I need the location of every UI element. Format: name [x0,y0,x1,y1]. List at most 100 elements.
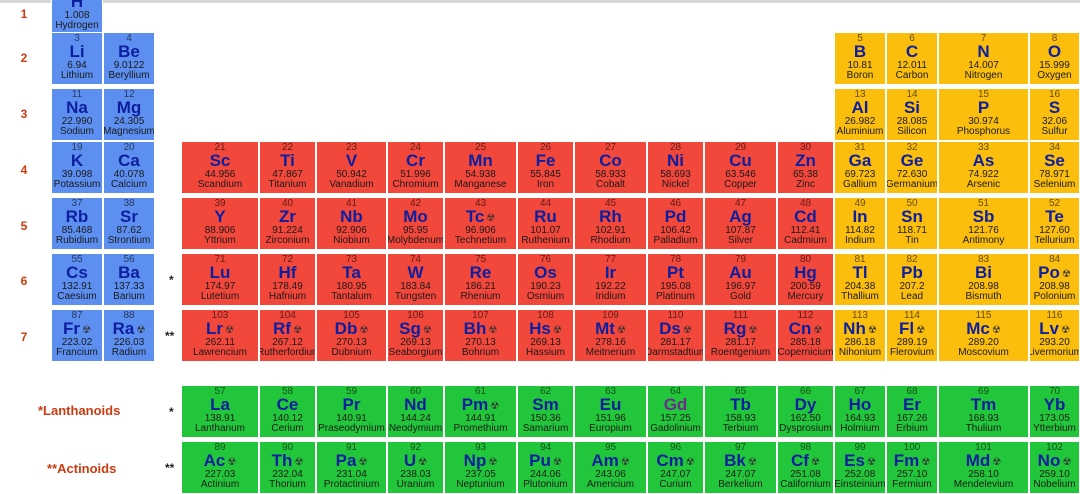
element-cell-tin[interactable]: 50 Sn 118.71 Tin [886,197,938,250]
element-cell-scandium[interactable]: 21 Sc 44.956 Scandium [181,141,259,194]
element-cell-terbium[interactable]: 65 Tb 158.93 Terbium [704,385,777,438]
element-cell-meitnerium[interactable]: 109 Mt ☢ 278.16 Meitnerium [574,309,647,362]
element-cell-caesium[interactable]: 55 Cs 132.91 Caesium [51,253,103,306]
element-cell-sodium[interactable]: 11 Na 22.990 Sodium [51,88,103,141]
element-cell-thorium[interactable]: 90 Th ☢ 232.04 Thorium [259,441,316,494]
element-cell-neodymium[interactable]: 60 Nd 144.24 Neodymium [387,385,444,438]
element-cell-mendelevium[interactable]: 101 Md ☢ 258.10 Mendelevium [938,441,1029,494]
element-cell-silicon[interactable]: 14 Si 28.085 Silicon [886,88,938,141]
element-cell-zinc[interactable]: 30 Zn 65.38 Zinc [777,141,834,194]
element-cell-vanadium[interactable]: 23 V 50.942 Vanadium [316,141,387,194]
element-cell-phosphorus[interactable]: 15 P 30.974 Phosphorus [938,88,1029,141]
element-cell-lead[interactable]: 82 Pb 207.2 Lead [886,253,938,306]
element-cell-americium[interactable]: 95 Am ☢ 243.06 Americium [574,441,647,494]
element-cell-palladium[interactable]: 46 Pd 106.42 Palladium [647,197,704,250]
element-cell-gold[interactable]: 79 Au 196.97 Gold [704,253,777,306]
element-cell-manganese[interactable]: 25 Mn 54.938 Manganese [444,141,517,194]
element-cell-thulium[interactable]: 69 Tm 168.93 Thulium [938,385,1029,438]
element-cell-boron[interactable]: 5 B 10.81 Boron [834,32,886,85]
element-cell-carbon[interactable]: 6 C 12.011 Carbon [886,32,938,85]
element-cell-tellurium[interactable]: 52 Te 127.60 Tellurium [1029,197,1080,250]
element-cell-flerovium[interactable]: 114 Fl ☢ 289.19 Flerovium [886,309,938,362]
element-cell-arsenic[interactable]: 33 As 74.922 Arsenic [938,141,1029,194]
element-cell-lanthanum[interactable]: 57 La 138.91 Lanthanum [181,385,259,438]
element-cell-protactinium[interactable]: 91 Pa ☢ 231.04 Protactinium [316,441,387,494]
element-cell-sulfur[interactable]: 16 S 32.06 Sulfur [1029,88,1080,141]
element-cell-lithium[interactable]: 3 Li 6.94 Lithium [51,32,103,85]
element-cell-europium[interactable]: 63 Eu 151.96 Europium [574,385,647,438]
element-cell-tantalum[interactable]: 73 Ta 180.95 Tantalum [316,253,387,306]
element-cell-ytterbium[interactable]: 70 Yb 173.05 Ytterbium [1029,385,1080,438]
element-cell-hydrogen[interactable]: 1H1.008Hydrogen [51,0,103,35]
element-cell-oxygen[interactable]: 8 O 15.999 Oxygen [1029,32,1080,85]
element-cell-tungsten[interactable]: 74 W 183.84 Tungsten [387,253,444,306]
element-cell-californium[interactable]: 98 Cf ☢ 251.08 Californium [777,441,834,494]
element-cell-molybdenum[interactable]: 42 Mo 95.95 Molybdenum [387,197,444,250]
element-cell-beryllium[interactable]: 4 Be 9.0122 Beryllium [103,32,155,85]
element-cell-antimony[interactable]: 51 Sb 121.76 Antimony [938,197,1029,250]
element-cell-livermorium[interactable]: 116 Lv ☢ 293.20 Livermorium [1029,309,1080,362]
element-cell-dubnium[interactable]: 105 Db ☢ 270.13 Dubnium [316,309,387,362]
element-cell-rutherfordium[interactable]: 104Rf☢267.12Rutherfordium [259,309,316,362]
element-cell-niobium[interactable]: 41 Nb 92.906 Niobium [316,197,387,250]
element-cell-praseodymium[interactable]: 59 Pr 140.91 Praseodymium [316,385,387,438]
element-cell-copernicium[interactable]: 112 Cn ☢ 285.18 Copernicium [777,309,834,362]
element-cell-potassium[interactable]: 19 K 39.098 Potassium [51,141,103,194]
element-cell-hafnium[interactable]: 72 Hf 178.49 Hafnium [259,253,316,306]
element-cell-fermium[interactable]: 100 Fm ☢ 257.10 Fermium [886,441,938,494]
element-cell-rhodium[interactable]: 45 Rh 102.91 Rhodium [574,197,647,250]
element-cell-zirconium[interactable]: 40 Zr 91.224 Zirconium [259,197,316,250]
element-cell-germanium[interactable]: 32 Ge 72.630 Germanium [886,141,938,194]
element-cell-magnesium[interactable]: 12 Mg 24.305 Magnesium [103,88,155,141]
element-cell-nobelium[interactable]: 102 No ☢ 259.10 Nobelium [1029,441,1080,494]
element-cell-nickel[interactable]: 28 Ni 58.693 Nickel [647,141,704,194]
element-cell-francium[interactable]: 87 Fr ☢ 223.02 Francium [51,309,103,362]
element-cell-osmium[interactable]: 76 Os 190.23 Osmium [517,253,574,306]
element-cell-samarium[interactable]: 62 Sm 150.36 Samarium [517,385,574,438]
element-cell-seaborgium[interactable]: 106 Sg ☢ 269.13 Seaborgium [387,309,444,362]
element-cell-cadmium[interactable]: 48 Cd 112.41 Cadmium [777,197,834,250]
element-cell-gadolinium[interactable]: 64 Gd 157.25 Gadolinium [647,385,704,438]
element-cell-roentgenium[interactable]: 111 Rg ☢ 281.17 Roentgenium [704,309,777,362]
element-cell-silver[interactable]: 47 Ag 107.87 Silver [704,197,777,250]
element-cell-hassium[interactable]: 108 Hs ☢ 269.13 Hassium [517,309,574,362]
element-cell-copper[interactable]: 29 Cu 63.546 Copper [704,141,777,194]
element-cell-technetium[interactable]: 43 Tc ☢ 96.906 Technetium [444,197,517,250]
element-cell-berkelium[interactable]: 97 Bk ☢ 247.07 Berkelium [704,441,777,494]
element-cell-promethium[interactable]: 61 Pm ☢ 144.91 Promethium [444,385,517,438]
element-cell-iron[interactable]: 26 Fe 55.845 Iron [517,141,574,194]
element-cell-ruthenium[interactable]: 44 Ru 101.07 Ruthenium [517,197,574,250]
element-cell-curium[interactable]: 96 Cm ☢ 247.07 Curium [647,441,704,494]
element-cell-yttrium[interactable]: 39 Y 88.906 Yttrium [181,197,259,250]
element-cell-polonium[interactable]: 84 Po ☢ 208.98 Polonium [1029,253,1080,306]
element-cell-indium[interactable]: 49 In 114.82 Indium [834,197,886,250]
element-cell-moscovium[interactable]: 115 Mc ☢ 289.20 Moscovium [938,309,1029,362]
element-cell-plutonium[interactable]: 94 Pu ☢ 244.06 Plutonium [517,441,574,494]
element-cell-cerium[interactable]: 58 Ce 140.12 Cerium [259,385,316,438]
element-cell-erbium[interactable]: 68 Er 167.26 Erbium [886,385,938,438]
element-cell-lawrencium[interactable]: 103 Lr ☢ 262.11 Lawrencium [181,309,259,362]
element-cell-aluminium[interactable]: 13 Al 26.982 Aluminium [834,88,886,141]
element-cell-nitrogen[interactable]: 7 N 14.007 Nitrogen [938,32,1029,85]
element-cell-thallium[interactable]: 81 Tl 204.38 Thallium [834,253,886,306]
element-cell-titanium[interactable]: 22 Ti 47.867 Titanium [259,141,316,194]
element-cell-radium[interactable]: 88 Ra ☢ 226.03 Radium [103,309,155,362]
element-cell-actinium[interactable]: 89 Ac ☢ 227.03 Actinium [181,441,259,494]
element-cell-bismuth[interactable]: 83 Bi 208.98 Bismuth [938,253,1029,306]
element-cell-gallium[interactable]: 31 Ga 69.723 Gallium [834,141,886,194]
element-cell-einsteinium[interactable]: 99 Es ☢ 252.08 Einsteinium [834,441,886,494]
element-cell-uranium[interactable]: 92 U ☢ 238.03 Uranium [387,441,444,494]
element-cell-bohrium[interactable]: 107 Bh ☢ 270.13 Bohrium [444,309,517,362]
element-cell-platinum[interactable]: 78 Pt 195.08 Platinum [647,253,704,306]
element-cell-holmium[interactable]: 67 Ho 164.93 Holmium [834,385,886,438]
element-cell-calcium[interactable]: 20 Ca 40.078 Calcium [103,141,155,194]
element-cell-strontium[interactable]: 38 Sr 87.62 Strontium [103,197,155,250]
element-cell-darmstadtium[interactable]: 110 Ds ☢ 281.17 Darmstadtium [647,309,704,362]
element-cell-iridium[interactable]: 77 Ir 192.22 Iridium [574,253,647,306]
element-cell-neptunium[interactable]: 93 Np ☢ 237.05 Neptunium [444,441,517,494]
element-cell-dysprosium[interactable]: 66 Dy 162.50 Dysprosium [777,385,834,438]
element-cell-chromium[interactable]: 24 Cr 51.996 Chromium [387,141,444,194]
element-cell-barium[interactable]: 56 Ba 137.33 Barium [103,253,155,306]
element-cell-rhenium[interactable]: 75 Re 186.21 Rhenium [444,253,517,306]
element-cell-selenium[interactable]: 34 Se 78.971 Selenium [1029,141,1080,194]
